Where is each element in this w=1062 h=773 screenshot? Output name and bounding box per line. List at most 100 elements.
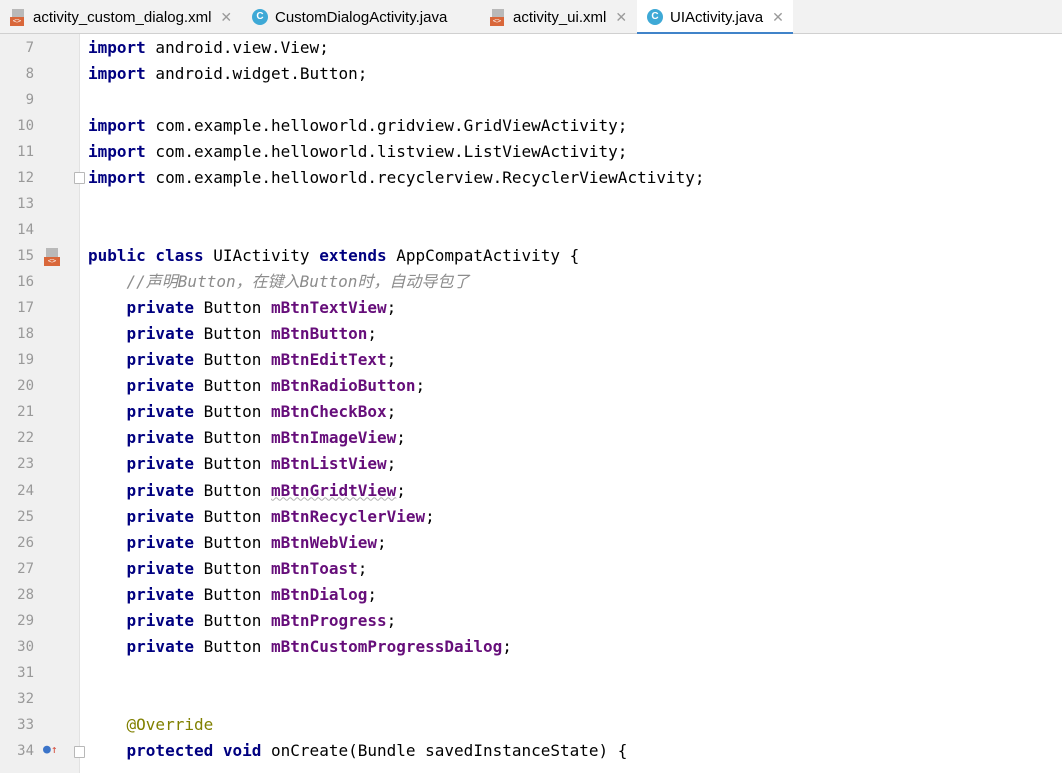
code-line[interactable]: 27 private Button mBtnToast; bbox=[0, 556, 1062, 582]
fold-marker-icon[interactable] bbox=[74, 172, 85, 184]
close-icon[interactable]: ✕ bbox=[615, 9, 627, 26]
code-token: private bbox=[126, 506, 194, 526]
code-token: private bbox=[126, 454, 194, 474]
code-token: Button bbox=[193, 506, 272, 526]
code-text: private Button mBtnProgress; bbox=[88, 608, 397, 634]
code-token: private bbox=[126, 376, 194, 396]
code-token: ; bbox=[377, 532, 387, 552]
code-line[interactable]: 18 private Button mBtnButton; bbox=[0, 321, 1062, 347]
code-line[interactable]: 28 private Button mBtnDialog; bbox=[0, 582, 1062, 608]
line-number: 10 bbox=[17, 118, 34, 135]
code-token: ; bbox=[386, 350, 397, 370]
line-number: 14 bbox=[17, 222, 34, 239]
override-method-icon[interactable]: ●↑ bbox=[43, 742, 57, 757]
code-line[interactable]: 24 private Button mBtnGridtView; bbox=[0, 478, 1062, 504]
code-token: Button bbox=[193, 584, 272, 604]
code-token: protected void bbox=[126, 740, 262, 760]
code-token: onCreate(Bundle savedInstanceState) { bbox=[261, 740, 628, 760]
code-line[interactable]: 19 private Button mBtnEditText; bbox=[0, 347, 1062, 373]
code-line[interactable]: 10 import com.example.helloworld.gridview… bbox=[0, 113, 1062, 139]
code-token: com.example.helloworld.gridview.GridView… bbox=[145, 116, 628, 136]
code-text: import com.example.helloworld.recyclervi… bbox=[88, 165, 705, 191]
code-line[interactable]: 8 import android.widget.Button; bbox=[0, 61, 1062, 87]
code-line[interactable]: 31 bbox=[0, 660, 1062, 686]
code-line[interactable]: 32 bbox=[0, 686, 1062, 712]
line-number: 25 bbox=[17, 508, 34, 525]
code-text: private Button mBtnGridtView; bbox=[88, 478, 406, 504]
code-line[interactable]: 23 private Button mBtnListView; bbox=[0, 451, 1062, 477]
tab-custom-dialog-activity-java[interactable]: C CustomDialogActivity.java bbox=[252, 0, 447, 34]
code-text: private Button mBtnEditText; bbox=[88, 347, 397, 373]
code-line[interactable]: 16 //声明Button，在键入Button时，自动导包了 bbox=[0, 269, 1062, 295]
code-line[interactable]: 12 import com.example.helloworld.recycler… bbox=[0, 165, 1062, 191]
code-token: mBtnButton bbox=[271, 324, 368, 344]
code-line[interactable]: 21 private Button mBtnCheckBox; bbox=[0, 399, 1062, 425]
fold-marker-icon[interactable] bbox=[74, 746, 85, 758]
code-text: private Button mBtnListView; bbox=[88, 451, 397, 477]
close-icon[interactable]: ✕ bbox=[772, 9, 784, 26]
code-token: Button bbox=[193, 298, 272, 318]
code-line[interactable]: 22 private Button mBtnImageView; bbox=[0, 425, 1062, 451]
line-number: 27 bbox=[17, 560, 34, 577]
code-token: private bbox=[126, 350, 194, 370]
code-line[interactable]: 9 bbox=[0, 87, 1062, 113]
line-number: 19 bbox=[17, 352, 34, 369]
code-token: Button bbox=[193, 558, 272, 578]
code-text: private Button mBtnCheckBox; bbox=[88, 399, 397, 425]
code-token: Button bbox=[193, 454, 272, 474]
code-line[interactable]: 14 bbox=[0, 217, 1062, 243]
java-class-icon: C bbox=[252, 9, 268, 25]
code-token: ; bbox=[367, 324, 377, 344]
code-line[interactable]: 7 import android.view.View; bbox=[0, 35, 1062, 61]
code-token: private bbox=[126, 324, 194, 344]
line-number: 8 bbox=[25, 66, 34, 83]
code-token: import bbox=[88, 168, 146, 188]
tab-uiactivity-java[interactable]: C UIActivity.java ✕ bbox=[637, 0, 793, 35]
code-token: UIActivity bbox=[203, 246, 320, 266]
code-line[interactable]: 25 private Button mBtnRecyclerView; bbox=[0, 504, 1062, 530]
code-token: private bbox=[126, 636, 194, 656]
code-line[interactable]: 11 import com.example.helloworld.listview… bbox=[0, 139, 1062, 165]
code-text: private Button mBtnRecyclerView; bbox=[88, 504, 435, 530]
tab-activity-ui-xml[interactable]: <> activity_ui.xml ✕ bbox=[490, 0, 627, 34]
code-token: android.widget.Button; bbox=[145, 64, 368, 84]
line-number: 24 bbox=[17, 482, 34, 499]
code-token: mBtnRadioButton bbox=[271, 376, 416, 396]
code-line[interactable]: 34 protected void onCreate(Bundle savedI… bbox=[0, 738, 1062, 764]
line-number: 11 bbox=[17, 144, 34, 161]
code-token: mBtnGridtView bbox=[271, 480, 397, 500]
code-line[interactable]: 17 private Button mBtnTextView; bbox=[0, 295, 1062, 321]
code-token: mBtnTextView bbox=[271, 298, 387, 318]
code-line[interactable]: 33 @Override bbox=[0, 712, 1062, 738]
code-token: @Override bbox=[126, 714, 214, 734]
code-token: ; bbox=[415, 376, 426, 396]
line-number: 7 bbox=[25, 40, 34, 56]
code-token: extends bbox=[319, 246, 387, 266]
code-line[interactable]: 29 private Button mBtnProgress; bbox=[0, 608, 1062, 634]
code-token: Button bbox=[193, 480, 272, 500]
code-token: mBtnCheckBox bbox=[271, 402, 387, 422]
tab-label: UIActivity.java bbox=[670, 8, 764, 26]
tab-label: activity_ui.xml bbox=[513, 8, 607, 26]
code-line[interactable]: 13 bbox=[0, 191, 1062, 217]
line-number: 22 bbox=[17, 430, 34, 447]
tab-activity-custom-dialog-xml[interactable]: <> activity_custom_dialog.xml ✕ bbox=[10, 0, 232, 34]
line-number: 26 bbox=[17, 534, 34, 551]
code-line[interactable]: 26 private Button mBtnWebView; bbox=[0, 530, 1062, 556]
xml-layout-icon[interactable]: <> bbox=[43, 248, 61, 269]
line-number: 12 bbox=[17, 170, 34, 187]
code-line[interactable]: 20 private Button mBtnRadioButton; bbox=[0, 373, 1062, 399]
line-number: 20 bbox=[17, 378, 34, 395]
code-line[interactable]: 30 private Button mBtnCustomProgressDail… bbox=[0, 634, 1062, 660]
code-token: ; bbox=[425, 506, 435, 526]
close-icon[interactable]: ✕ bbox=[220, 9, 232, 26]
code-token: Button bbox=[193, 350, 272, 370]
code-line[interactable]: 15 public class UIActivity extends AppCom… bbox=[0, 243, 1062, 269]
